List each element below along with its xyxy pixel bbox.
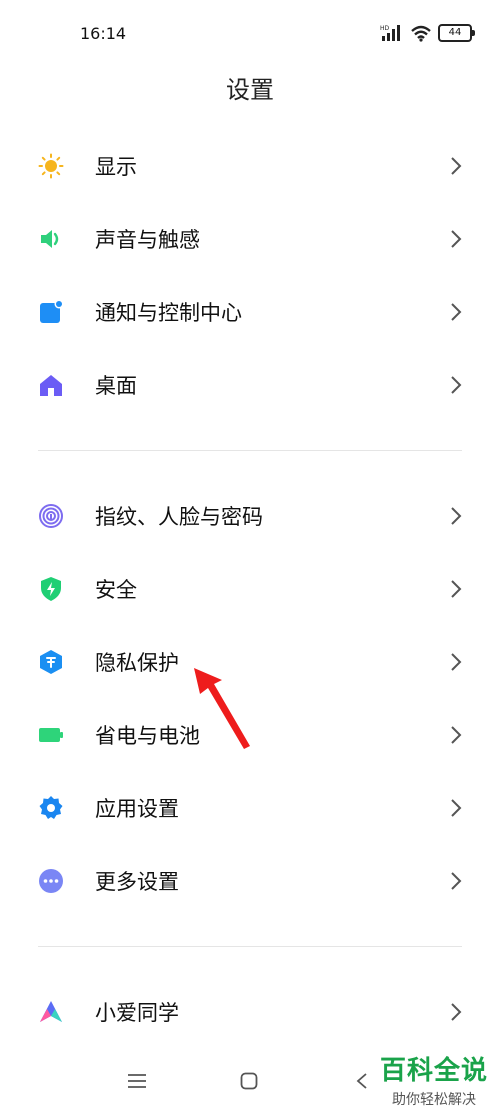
back-icon[interactable]	[355, 1072, 369, 1090]
chevron-right-icon	[451, 157, 462, 175]
chevron-right-icon	[451, 580, 462, 598]
settings-row-apps[interactable]: 应用设置	[0, 776, 500, 840]
settings-row-more[interactable]: 更多设置	[0, 849, 500, 913]
battery-saver-icon	[39, 728, 63, 742]
chevron-right-icon	[451, 872, 462, 890]
settings-row-label: 指纹、人脸与密码	[95, 505, 263, 529]
group-divider	[38, 450, 462, 451]
chevron-right-icon	[451, 230, 462, 248]
chevron-right-icon	[451, 376, 462, 394]
more-icon	[39, 869, 63, 893]
sun-icon	[38, 153, 64, 179]
settings-row-label: 桌面	[95, 374, 137, 398]
privacy-icon	[40, 650, 62, 674]
settings-row-fingerprint[interactable]: 指纹、人脸与密码	[0, 484, 500, 548]
watermark-subtitle: 助你轻松解决	[391, 1092, 476, 1108]
settings-row-label: 小爱同学	[95, 1001, 179, 1025]
settings-row-xiaoai[interactable]: 小爱同学	[0, 980, 500, 1044]
gear-icon	[39, 796, 63, 819]
watermark: 百科全说 助你轻松解决	[380, 1050, 488, 1109]
settings-row-label: 安全	[95, 578, 137, 602]
xiaoai-icon	[40, 1001, 62, 1022]
group-divider	[38, 946, 462, 947]
home-icon	[40, 375, 62, 396]
annotation-arrow-icon	[194, 668, 250, 749]
settings-row-label: 通知与控制中心	[95, 301, 242, 325]
shield-icon	[41, 577, 61, 601]
fingerprint-icon	[39, 504, 63, 528]
hd-label: HD	[380, 25, 390, 32]
chevron-right-icon	[451, 726, 462, 744]
battery-icon: 44	[438, 24, 475, 42]
settings-row-label: 隐私保护	[95, 651, 179, 675]
speaker-icon	[41, 230, 59, 248]
page-title: 设置	[226, 76, 274, 104]
signal-icon: HD	[380, 25, 400, 41]
chevron-right-icon	[451, 653, 462, 671]
watermark-title: 百科全说	[379, 1056, 488, 1086]
settings-row-label: 更多设置	[95, 870, 179, 894]
chevron-right-icon	[451, 507, 462, 525]
settings-row-label: 应用设置	[95, 797, 179, 821]
settings-row-notification[interactable]: 通知与控制中心	[0, 280, 500, 344]
settings-row-display[interactable]: 显示	[0, 134, 500, 198]
notification-icon	[40, 299, 64, 323]
wifi-icon	[411, 25, 431, 42]
settings-row-label: 声音与触感	[95, 228, 200, 252]
status-time: 16:14	[80, 24, 127, 43]
chevron-right-icon	[451, 799, 462, 817]
home-square-icon[interactable]	[240, 1072, 258, 1090]
settings-row-label: 显示	[95, 155, 137, 179]
settings-row-sound[interactable]: 声音与触感	[0, 207, 500, 271]
settings-row-desktop[interactable]: 桌面	[0, 353, 500, 417]
status-icons: HD 44	[380, 24, 475, 42]
battery-level: 44	[448, 27, 462, 38]
chevron-right-icon	[451, 1003, 462, 1021]
settings-row-label: 省电与电池	[95, 724, 200, 748]
chevron-right-icon	[451, 303, 462, 321]
status-bar: 16:14 HD 44	[0, 0, 500, 64]
menu-icon[interactable]	[127, 1072, 147, 1090]
settings-row-security[interactable]: 安全	[0, 557, 500, 621]
